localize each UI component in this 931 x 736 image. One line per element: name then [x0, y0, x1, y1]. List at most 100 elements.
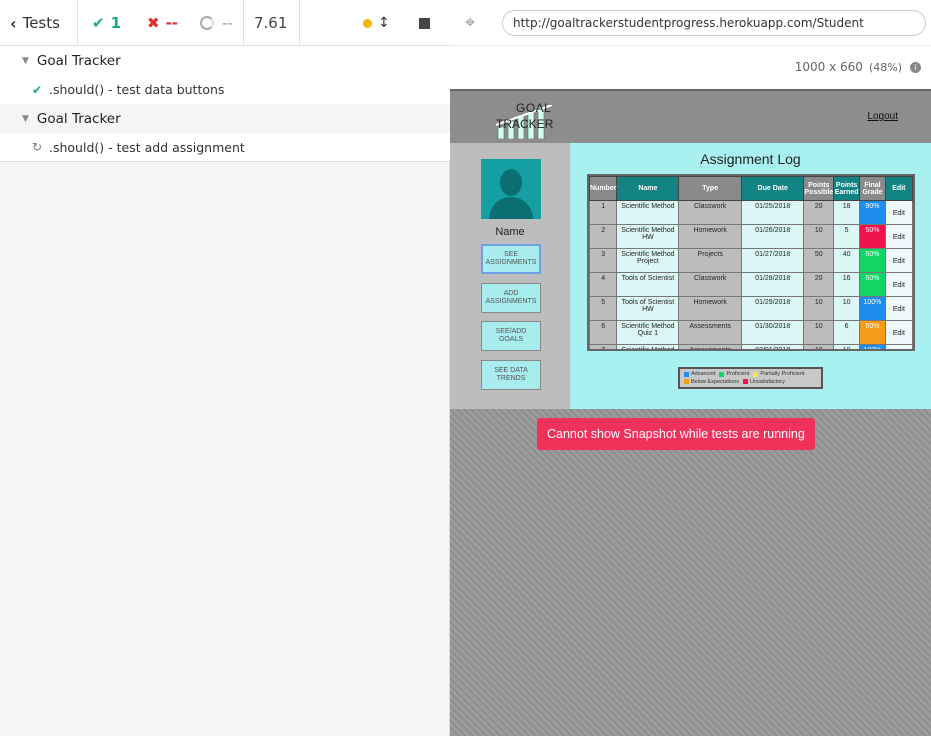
- table-header-row: Number Name Type Due Date Points Possibl…: [589, 176, 913, 201]
- final-grade-cell: 100%: [859, 296, 886, 321]
- auto-scroll-toggle[interactable]: ↕: [363, 0, 390, 46]
- column-header: Type: [678, 176, 743, 201]
- see-add-goals-button[interactable]: SEE/ADD GOALS: [481, 321, 541, 351]
- crosshair-icon[interactable]: ⌖: [465, 12, 475, 33]
- final-grade-cell: 60%: [859, 320, 886, 345]
- points-earned-cell: 5: [833, 224, 861, 249]
- add-assignments-button[interactable]: ADD ASSIGNMENTS: [481, 283, 541, 313]
- legend-swatch: [684, 371, 689, 377]
- logo-text-goal: GOAL: [516, 101, 552, 115]
- column-header: Due Date: [741, 176, 805, 201]
- legend-swatch: [753, 371, 759, 377]
- final-grade-cell: 80%: [859, 272, 886, 297]
- suite-label: Goal Tracker: [36, 110, 121, 127]
- edit-button[interactable]: Edit: [884, 224, 913, 249]
- suite-title[interactable]: ▼ Goal Tracker: [0, 104, 450, 133]
- assignment-table-container[interactable]: Number Name Type Due Date Points Possibl…: [587, 174, 915, 351]
- due-date-cell: 01/28/2018: [741, 272, 805, 297]
- legend-label: Unsatisfactory: [750, 378, 785, 385]
- stop-button[interactable]: [419, 0, 430, 46]
- reporter-panel: ‹ Tests ✔ 1 ✖ -- -- 7.61 ↕ ▼ Goal Tracke…: [0, 0, 450, 736]
- row-number-cell: 7: [589, 344, 618, 349]
- divider: [243, 0, 244, 46]
- due-date-cell: 02/01/2018: [741, 344, 805, 349]
- table-row: 7 Scientific Method Assessments 02/01/2018 1…: [589, 344, 913, 349]
- avatar-head: [500, 169, 522, 196]
- row-number-cell: 2: [589, 224, 618, 249]
- zoom-level: (48%): [868, 60, 902, 74]
- legend-item: Unsatisfactory: [743, 379, 785, 385]
- divider: [77, 0, 78, 46]
- assignment-name-cell: Tools of Scientist: [616, 272, 680, 297]
- app-header: GOAL TRACKER Logout: [450, 91, 931, 143]
- tests-label: Tests: [22, 14, 60, 32]
- divider: [299, 0, 300, 46]
- assignment-name-cell: Scientific Method HW: [616, 224, 680, 249]
- assignment-type-cell: Classwork: [678, 200, 743, 225]
- assignment-name-cell: Tools of Scientist HW: [616, 296, 680, 321]
- legend-item: Advanced: [684, 371, 715, 377]
- due-date-cell: 01/29/2018: [741, 296, 805, 321]
- due-date-cell: 01/25/2018: [741, 200, 805, 225]
- tests-button[interactable]: ‹ Tests: [10, 0, 60, 46]
- viewport-size: 1000 x 660: [794, 60, 863, 74]
- assignment-name-cell: Scientific Method: [616, 344, 680, 349]
- row-number-cell: 6: [589, 320, 618, 345]
- row-number-cell: 5: [589, 296, 618, 321]
- duration: 7.61: [254, 14, 288, 32]
- assignment-type-cell: Assessments: [678, 344, 743, 349]
- points-possible-cell: 10: [803, 224, 835, 249]
- logout-link[interactable]: Logout: [867, 111, 898, 122]
- test-item[interactable]: ↻ .should() - test add assignment: [0, 133, 450, 162]
- table-row: 2 Scientific Method HW Homework 01/26/2018 1…: [589, 224, 913, 249]
- url-bar: ⌖ http://goaltrackerstudentprogress.hero…: [450, 0, 931, 46]
- assignment-type-cell: Homework: [678, 224, 743, 249]
- logo-text-tracker: TRACKER: [496, 117, 554, 131]
- legend-label: Below Expectations: [691, 378, 739, 385]
- suite-title[interactable]: ▼ Goal Tracker: [0, 46, 450, 75]
- row-number-cell: 3: [589, 248, 618, 273]
- refresh-icon: ↻: [32, 140, 43, 154]
- app-page: GOAL TRACKER Logout Name SEE ASSIGNMENTS…: [450, 91, 931, 409]
- student-name: Name: [495, 226, 525, 238]
- pending-count: --: [200, 0, 233, 46]
- assignment-table: Number Name Type Due Date Points Possibl…: [589, 176, 913, 349]
- column-header: Final Grade: [859, 176, 886, 201]
- edit-button[interactable]: Edit: [884, 272, 913, 297]
- assignment-name-cell: Scientific Method Project: [616, 248, 680, 273]
- legend-swatch: [743, 379, 748, 384]
- snapshot-message: Cannot show Snapshot while tests are run…: [537, 418, 815, 450]
- viewport-info: 1000 x 660 (48%) i: [795, 60, 921, 74]
- table-row: 4 Tools of Scientist Classwork 01/28/2018 20…: [589, 272, 913, 297]
- circle-icon: [200, 16, 214, 30]
- edit-button[interactable]: [884, 344, 913, 349]
- column-header: Points Earned: [833, 176, 861, 201]
- url-field[interactable]: http://goaltrackerstudentprogress.heroku…: [502, 10, 926, 36]
- legend-item: Below Expectations: [684, 379, 739, 385]
- table-row: 1 Scientific Method Classwork 01/25/2018 20 1…: [589, 200, 913, 225]
- legend-swatch: [719, 371, 725, 377]
- points-possible-cell: 50: [803, 248, 835, 273]
- stop-icon: [419, 17, 430, 29]
- page-title: Assignment Log: [700, 151, 801, 167]
- test-label: .should() - test add assignment: [49, 139, 245, 155]
- see-data-trends-button[interactable]: SEE DATA TRENDS: [481, 360, 541, 390]
- due-date-cell: 01/27/2018: [741, 248, 805, 273]
- edit-button[interactable]: Edit: [884, 296, 913, 321]
- points-earned-cell: 40: [833, 248, 861, 273]
- test-item[interactable]: ✔ .should() - test data buttons: [0, 75, 450, 104]
- points-possible-cell: 20: [803, 272, 835, 297]
- avatar-body: [489, 197, 533, 219]
- info-icon[interactable]: i: [910, 61, 921, 73]
- assignment-type-cell: Homework: [678, 296, 743, 321]
- passed-value: 1: [110, 14, 122, 32]
- caret-down-icon: ▼: [22, 113, 29, 124]
- final-grade-cell: 100%: [859, 344, 886, 349]
- edit-button[interactable]: Edit: [884, 248, 913, 273]
- see-assignments-button[interactable]: SEE ASSIGNMENTS: [481, 244, 541, 274]
- column-header: Points Possible: [803, 176, 835, 201]
- edit-button[interactable]: Edit: [884, 320, 913, 345]
- failed-count: ✖ --: [147, 0, 178, 46]
- caret-down-icon: ▼: [22, 55, 29, 66]
- edit-button[interactable]: Edit: [884, 200, 913, 225]
